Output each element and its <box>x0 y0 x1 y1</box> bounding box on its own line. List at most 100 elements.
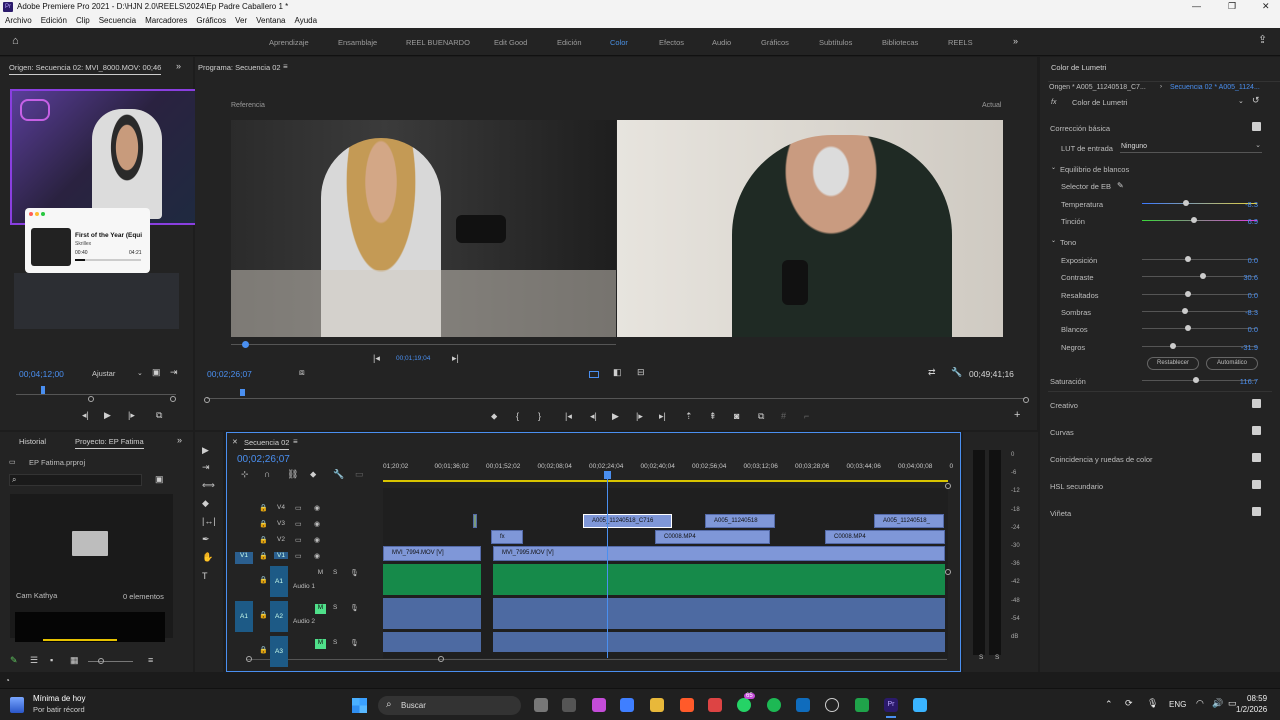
project-tab[interactable]: Proyecto: EP Fatima <box>75 437 144 449</box>
reset-effect-icon[interactable]: ↺ <box>1252 96 1260 105</box>
reference-timecode[interactable]: 00;01;19;04 <box>396 355 430 362</box>
eye-icon[interactable]: ◉ <box>314 536 320 544</box>
lock-icon[interactable]: 🔒 <box>259 646 268 654</box>
clip-v2-c[interactable]: C0008.MP4 <box>825 530 945 544</box>
origin-clip[interactable]: Origen * A005_11240518_C7... <box>1049 84 1157 91</box>
sync-icon[interactable]: ⟳ <box>1125 699 1133 708</box>
mic-icon[interactable]: 🎙 <box>350 604 359 612</box>
reference-scrubber[interactable] <box>242 341 249 348</box>
menu-edicion[interactable]: Edición <box>36 14 71 28</box>
program-playhead[interactable] <box>240 389 245 396</box>
slider-handle[interactable] <box>1185 256 1191 262</box>
slider-handle[interactable] <box>1190 217 1197 223</box>
creative-checkbox[interactable] <box>1252 399 1261 408</box>
wrench-icon[interactable]: 🔧 <box>951 368 962 377</box>
comparison-toggle-icon[interactable]: ⧉ <box>758 412 764 421</box>
hsl-checkbox[interactable] <box>1252 480 1261 489</box>
app-icon-3[interactable] <box>855 698 869 712</box>
play-icon[interactable]: ▶ <box>612 412 619 421</box>
color-wheels-checkbox[interactable] <box>1252 453 1261 462</box>
program-zoom-end[interactable] <box>1023 397 1029 403</box>
step-forward-icon[interactable]: |▸ <box>128 411 135 420</box>
grid-icon[interactable]: # <box>781 412 786 421</box>
track-label-v4[interactable]: V4 <box>274 504 288 511</box>
snap-icon[interactable]: ∩ <box>264 470 270 479</box>
panel-more-icon[interactable]: » <box>177 436 182 445</box>
source-patch-v1[interactable]: V1 <box>235 552 253 564</box>
language-indicator[interactable]: ENG <box>1169 700 1186 709</box>
clip-v3-small[interactable] <box>473 514 477 528</box>
start-icon[interactable] <box>352 698 367 713</box>
clip-a3-b[interactable] <box>493 632 945 652</box>
ws-edit-good[interactable]: Edit Good <box>494 38 527 47</box>
clip-v2-a[interactable]: fx <box>491 530 523 544</box>
collapse-icon[interactable]: ⌄ <box>1051 164 1056 173</box>
zoom-slider-handle[interactable] <box>98 658 104 664</box>
add-marker-icon[interactable]: ⬥ <box>310 470 316 479</box>
tracks-area[interactable]: A005_11240518_C716 A005_11240518 A005_11… <box>383 478 948 658</box>
side-by-side-icon[interactable] <box>589 371 599 378</box>
play-icon[interactable]: ▶ <box>104 411 111 420</box>
captions-icon[interactable]: ▭ <box>355 470 364 479</box>
menu-ayuda[interactable]: Ayuda <box>290 14 322 28</box>
chevron-down-icon[interactable]: ⌄ <box>1238 97 1244 106</box>
sequence-tab[interactable]: Secuencia 02 <box>244 438 290 450</box>
track-label-a1[interactable]: A1 <box>270 566 288 597</box>
export-frame-icon[interactable]: ⇥ <box>170 368 178 377</box>
eyedropper-icon[interactable]: ✎ <box>1117 181 1124 190</box>
solo-button[interactable]: S <box>333 569 337 576</box>
slider-handle[interactable] <box>1185 325 1191 332</box>
timeline-timecode[interactable]: 00;02;26;07 <box>237 454 290 465</box>
slider-value[interactable]: 0.0 <box>1234 256 1258 265</box>
new-bin-icon[interactable]: ▣ <box>155 475 164 484</box>
timeline-playhead[interactable] <box>604 471 611 479</box>
program-tab[interactable]: Programa: Secuencia 02 <box>198 63 281 72</box>
weather-icon[interactable] <box>10 697 24 713</box>
eye-icon[interactable]: ◉ <box>314 520 320 528</box>
project-search-input[interactable] <box>9 474 142 486</box>
clock-date[interactable]: 1/2/2026 <box>1236 705 1267 714</box>
toggle-output-icon[interactable]: ▭ <box>295 504 302 512</box>
clip-a3-a[interactable] <box>383 632 481 652</box>
section-vignette[interactable]: Viñeta <box>1050 509 1071 518</box>
timeline-vscroll-top[interactable] <box>945 483 951 489</box>
wb-section[interactable]: Equilibrio de blancos <box>1060 165 1129 174</box>
step-back-icon[interactable]: ◂| <box>590 412 597 421</box>
slider-value[interactable]: -8.3 <box>1234 200 1258 209</box>
menu-ver[interactable]: Ver <box>230 14 251 28</box>
marker-icon[interactable]: ⬥ <box>491 412 497 421</box>
lock-icon[interactable]: 🔒 <box>259 536 268 544</box>
slider-value[interactable]: -31.9 <box>1234 343 1258 352</box>
section-color-wheels[interactable]: Coincidencia y ruedas de color <box>1050 455 1153 464</box>
lock-icon[interactable]: 🔒 <box>259 576 268 584</box>
list-view-icon[interactable]: ☰ <box>30 656 38 665</box>
source-zoom-handle-end[interactable] <box>170 396 176 402</box>
toggle-output-icon[interactable]: ▭ <box>295 536 302 544</box>
pen-tool-icon[interactable]: ✒ <box>202 535 210 544</box>
wifi-icon[interactable]: ◠ <box>1196 699 1204 708</box>
go-to-in-icon[interactable]: |◂ <box>565 412 572 421</box>
slip-icon[interactable]: |↔| <box>202 517 216 526</box>
timeline-vscroll-mid[interactable] <box>945 569 951 575</box>
lift-icon[interactable]: ⇡ <box>685 412 693 421</box>
sequence-clip[interactable]: Secuencia 02 * A005_1124... <box>1170 84 1278 91</box>
fit-select[interactable]: Ajustar <box>92 369 115 378</box>
mute-button[interactable]: M <box>315 604 326 614</box>
basic-correction-header[interactable]: Corrección básica <box>1050 124 1110 133</box>
freeform-view-icon[interactable]: ▦ <box>70 656 79 665</box>
zoom-slider[interactable] <box>88 661 133 662</box>
vignette-checkbox[interactable] <box>1252 507 1261 516</box>
eye-icon[interactable]: ◉ <box>314 552 320 560</box>
settings-wrench-icon[interactable]: 🔧 <box>333 470 344 479</box>
track-label-v3[interactable]: V3 <box>274 520 288 527</box>
lock-icon[interactable]: 🔒 <box>259 520 268 528</box>
ws-efectos[interactable]: Efectos <box>659 38 684 47</box>
ws-graficos[interactable]: Gráficos <box>761 38 789 47</box>
clip-v2-b[interactable]: C0008.MP4 <box>655 530 770 544</box>
clip-v3-b[interactable]: A005_11240518 <box>705 514 775 528</box>
extract-icon[interactable]: ⇞ <box>709 412 717 421</box>
solo-button[interactable]: S <box>333 639 337 646</box>
clock-time[interactable]: 08:59 <box>1247 694 1267 703</box>
nest-icon[interactable]: ⊹ <box>241 470 249 479</box>
history-tab[interactable]: Historial <box>19 437 46 446</box>
